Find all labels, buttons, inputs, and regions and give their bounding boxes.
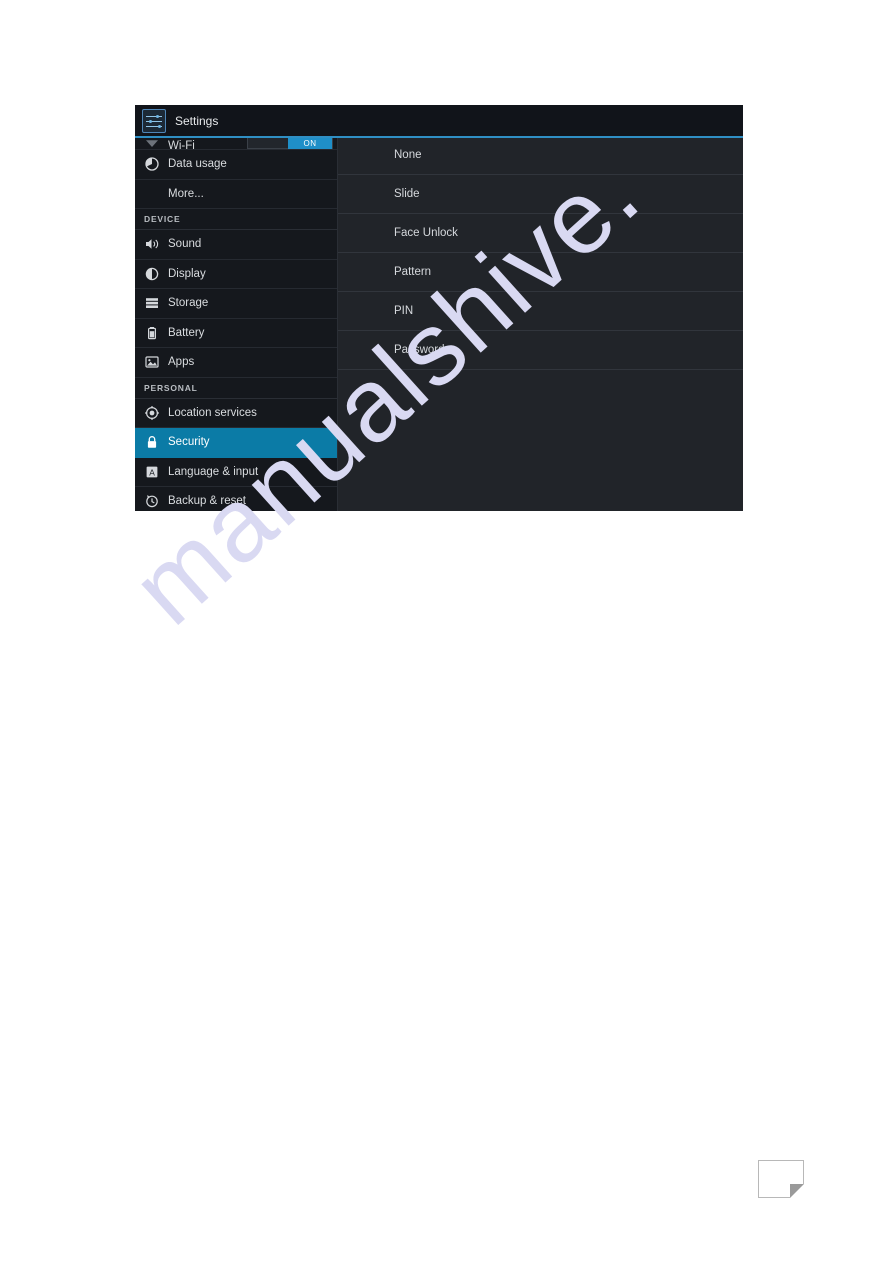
sidebar-section-label-device: DEVICE bbox=[144, 214, 181, 224]
accent-divider bbox=[135, 136, 743, 138]
android-settings-window: Settings Wi-Fi ON Data usage More... DEV… bbox=[135, 105, 743, 511]
sidebar-item-label-sound: Sound bbox=[168, 238, 202, 251]
sidebar-item-label-battery: Battery bbox=[168, 326, 205, 339]
screen-lock-option-label: Pattern bbox=[394, 266, 432, 278]
sidebar-item-backup-reset[interactable]: Backup & reset bbox=[135, 487, 337, 511]
sidebar-item-label-location-services: Location services bbox=[168, 406, 257, 419]
sidebar-item-battery[interactable]: Battery bbox=[135, 319, 337, 348]
screen-lock-option-label: Password bbox=[394, 344, 445, 356]
location-target-icon bbox=[144, 405, 160, 421]
corner-fold-triangle bbox=[790, 1184, 804, 1198]
sidebar-item-apps[interactable]: Apps bbox=[135, 348, 337, 378]
settings-sidebar: Wi-Fi ON Data usage More... DEVICE Sound… bbox=[135, 136, 338, 511]
sidebar-item-label-display: Display bbox=[168, 267, 206, 280]
pie-chart-icon bbox=[144, 156, 160, 172]
wifi-toggle-state: ON bbox=[288, 137, 332, 149]
speaker-icon bbox=[144, 236, 160, 252]
screen-lock-option-none[interactable]: None bbox=[338, 136, 743, 175]
apps-image-icon bbox=[144, 354, 160, 370]
sidebar-item-label-storage: Storage bbox=[168, 297, 209, 310]
wifi-toggle-switch[interactable]: ON bbox=[247, 137, 333, 149]
sidebar-item-label-backup-reset: Backup & reset bbox=[168, 495, 246, 508]
app-title: Settings bbox=[175, 113, 219, 128]
letter-a-box-icon: A bbox=[144, 464, 160, 480]
sidebar-item-more[interactable]: More... bbox=[135, 180, 337, 209]
window-titlebar: Settings bbox=[135, 105, 743, 136]
sidebar-item-label-data-usage: Data usage bbox=[168, 158, 227, 171]
sidebar-item-language-input[interactable]: A Language & input bbox=[135, 458, 337, 487]
screen-lock-option-pin[interactable]: PIN bbox=[338, 292, 743, 331]
settings-sliders-icon bbox=[142, 108, 166, 133]
screen-lock-option-label: PIN bbox=[394, 305, 414, 317]
screen-lock-option-face-unlock[interactable]: Face Unlock bbox=[338, 214, 743, 253]
screen-lock-option-pattern[interactable]: Pattern bbox=[338, 253, 743, 292]
storage-bars-icon bbox=[144, 295, 160, 311]
slider-line-1 bbox=[146, 115, 162, 117]
screen-lock-option-password[interactable]: Password bbox=[338, 331, 743, 370]
sidebar-item-label-security: Security bbox=[168, 436, 210, 449]
screen-lock-option-slide[interactable]: Slide bbox=[338, 175, 743, 214]
wifi-icon bbox=[144, 136, 160, 149]
page-corner-fold-icon bbox=[758, 1160, 804, 1198]
sidebar-item-sound[interactable]: Sound bbox=[135, 230, 337, 260]
screen-lock-option-label: Slide bbox=[394, 188, 420, 200]
window-body: Wi-Fi ON Data usage More... DEVICE Sound… bbox=[135, 136, 743, 511]
sidebar-section-device: DEVICE bbox=[135, 209, 337, 230]
slider-knob-1 bbox=[156, 114, 159, 118]
sidebar-section-label-personal: PERSONAL bbox=[144, 382, 198, 393]
slider-knob-3 bbox=[158, 124, 161, 128]
sidebar-item-label-apps: Apps bbox=[168, 356, 195, 369]
sidebar-item-label-more: More... bbox=[168, 187, 204, 200]
sidebar-item-label-wifi: Wi-Fi bbox=[168, 140, 195, 150]
screen-lock-option-label: Face Unlock bbox=[394, 227, 458, 239]
screen-lock-options-panel: None Slide Face Unlock Pattern PIN Passw… bbox=[338, 136, 743, 511]
sidebar-item-data-usage[interactable]: Data usage bbox=[135, 150, 337, 180]
sidebar-item-label-language-input: Language & input bbox=[168, 465, 259, 478]
screen-lock-option-label: None bbox=[394, 149, 422, 161]
sidebar-item-display[interactable]: Display bbox=[135, 260, 337, 289]
slider-knob-2 bbox=[149, 119, 152, 123]
sidebar-section-personal: PERSONAL bbox=[135, 377, 337, 399]
sidebar-item-wifi[interactable]: Wi-Fi ON bbox=[135, 136, 337, 150]
sidebar-item-storage[interactable]: Storage bbox=[135, 289, 337, 319]
brightness-icon bbox=[144, 266, 160, 282]
lock-icon bbox=[144, 434, 160, 450]
restore-clock-icon bbox=[144, 493, 160, 509]
sidebar-item-security[interactable]: Security bbox=[135, 428, 337, 458]
battery-icon bbox=[144, 325, 160, 341]
svg-text:A: A bbox=[149, 467, 155, 477]
sidebar-item-location-services[interactable]: Location services bbox=[135, 399, 337, 428]
